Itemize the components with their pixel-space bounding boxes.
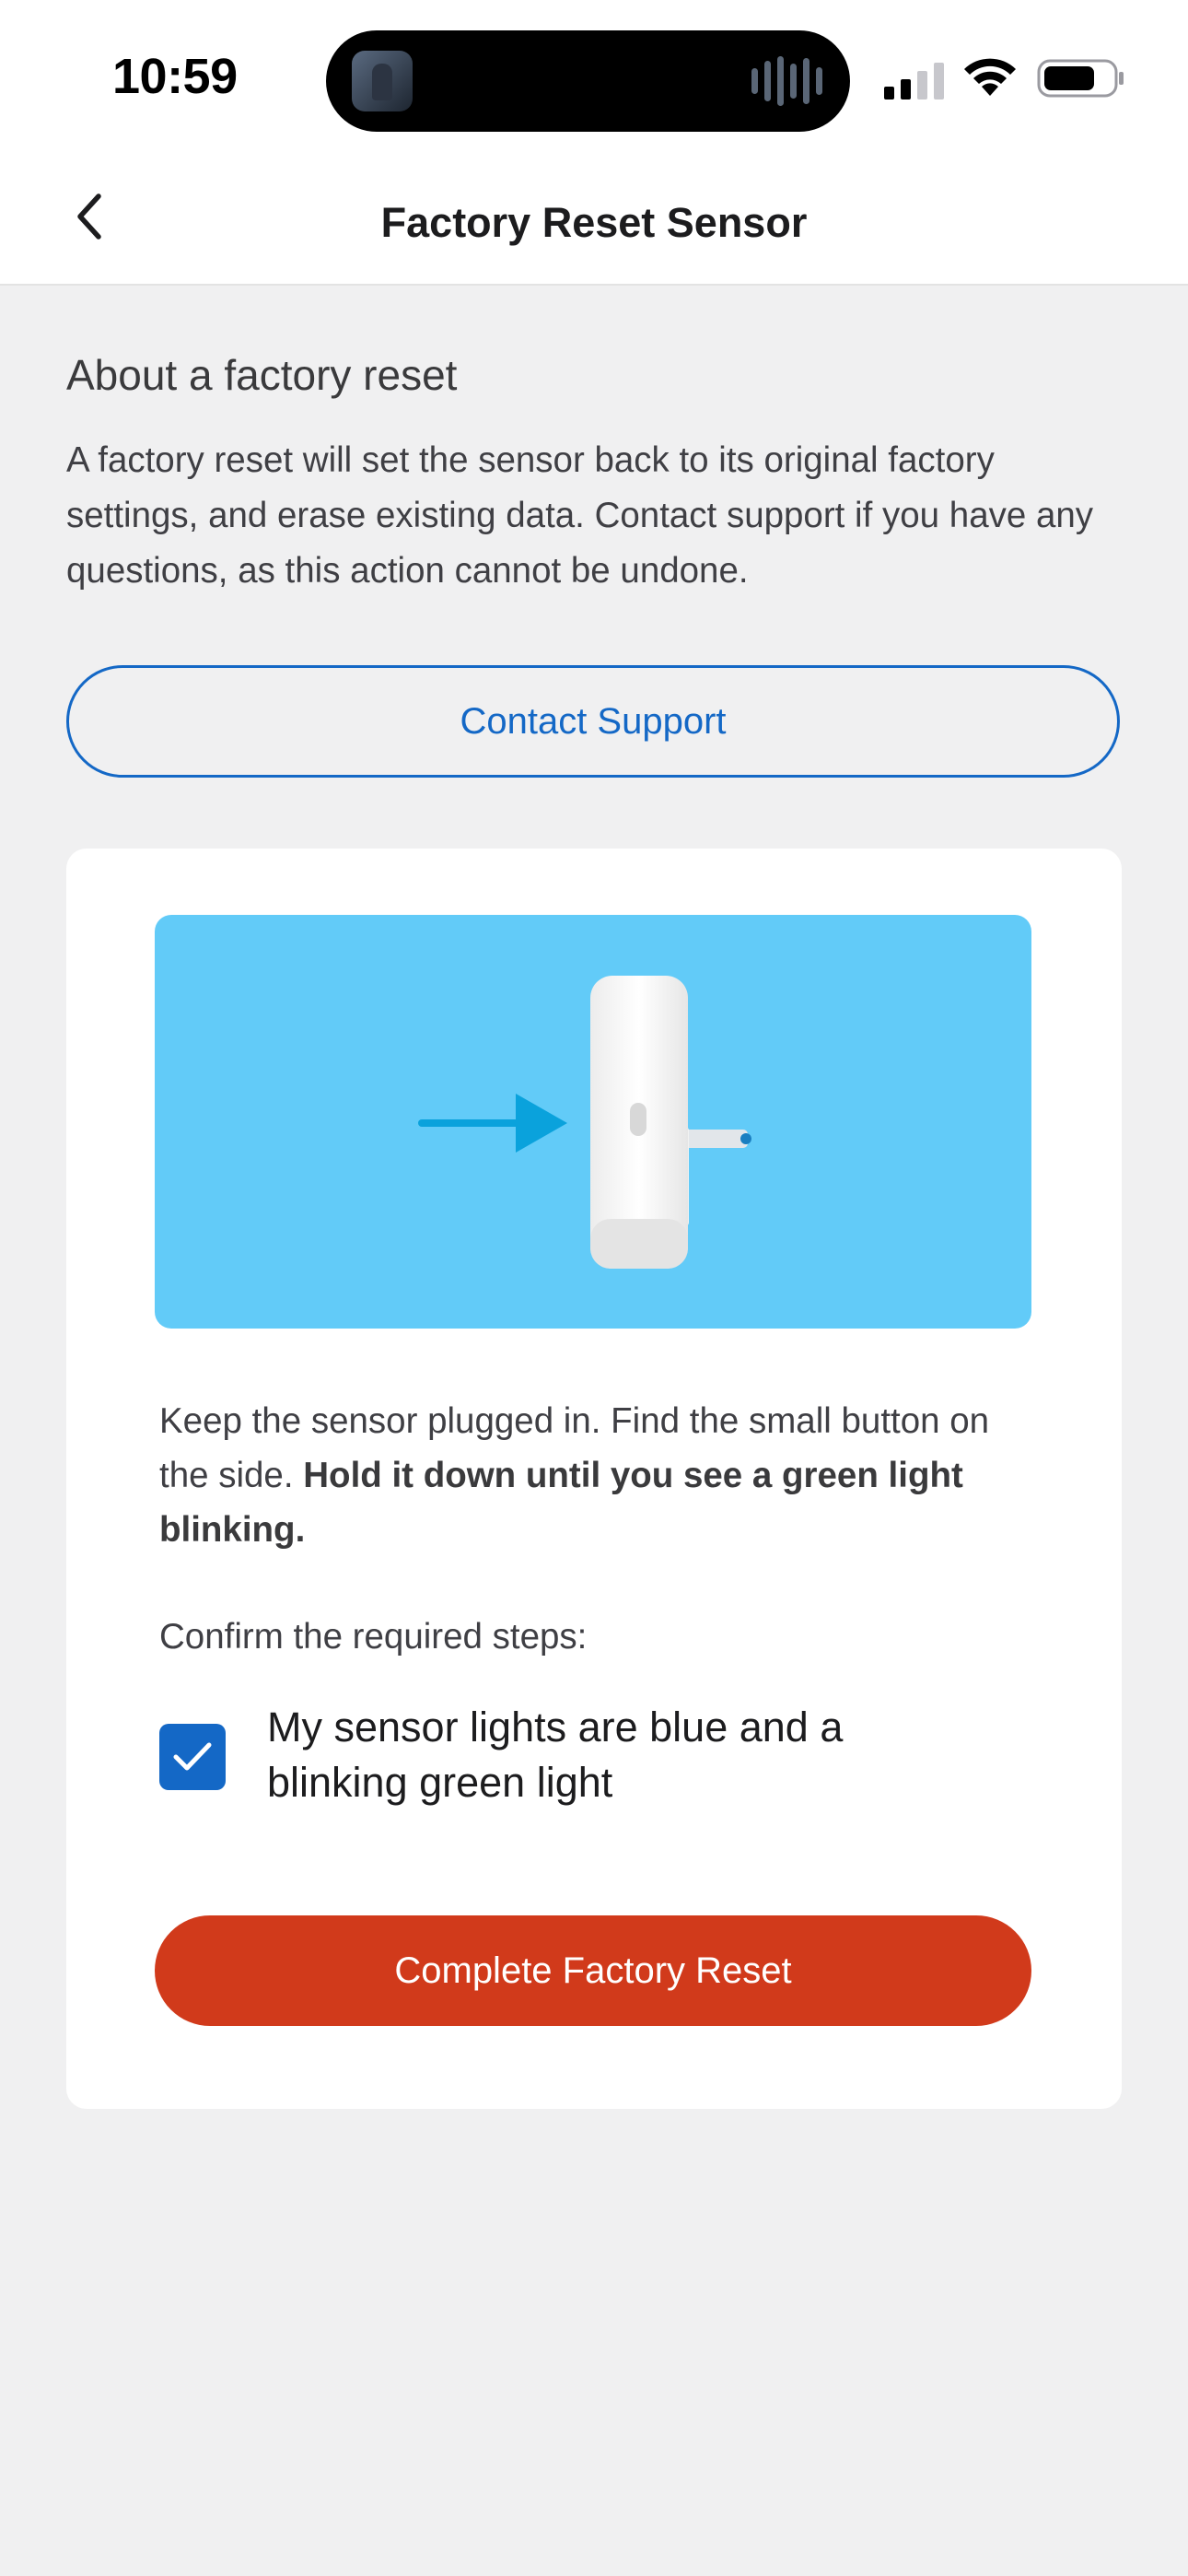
checkmark-icon — [173, 1742, 212, 1771]
contact-support-button[interactable]: Contact Support — [66, 665, 1120, 778]
page-title: Factory Reset Sensor — [380, 199, 808, 246]
now-playing-thumbnail — [352, 51, 413, 111]
status-bar: 10:59 — [0, 0, 1188, 157]
confirm-checkbox[interactable] — [159, 1724, 226, 1790]
battery-icon — [1037, 59, 1124, 98]
wifi-icon — [964, 58, 1016, 96]
about-description: A factory reset will set the sensor back… — [66, 440, 1094, 591]
audio-waveform-icon — [751, 56, 822, 106]
confirm-checkbox-label[interactable]: My sensor lights are blue and a blinking… — [267, 1700, 967, 1810]
reset-instructions-card: Keep the sensor plugged in. Find the sma… — [66, 849, 1122, 2109]
confirm-steps-label: Confirm the required steps: — [159, 1617, 588, 1657]
sensor-plug-illustration — [155, 915, 1031, 1329]
dynamic-island[interactable] — [326, 30, 850, 132]
about-heading: About a factory reset — [66, 351, 458, 399]
complete-factory-reset-button[interactable]: Complete Factory Reset — [155, 1915, 1031, 2026]
navigation-bar: Factory Reset Sensor — [0, 157, 1188, 286]
instruction-text: Keep the sensor plugged in. Find the sma… — [159, 1394, 1043, 1557]
status-time: 10:59 — [112, 49, 238, 104]
arrow-right-icon — [418, 1094, 567, 1153]
cellular-signal-icon — [884, 63, 944, 100]
